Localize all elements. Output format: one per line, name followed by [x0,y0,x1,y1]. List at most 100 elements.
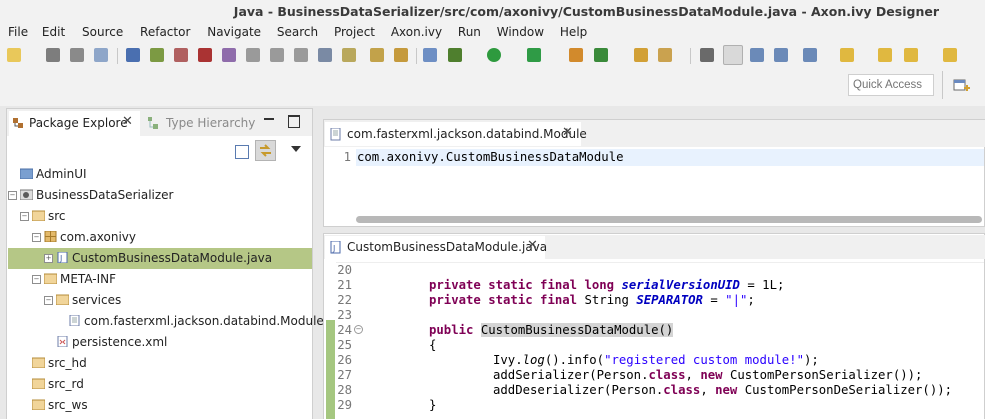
code-line-26[interactable]: Ivy.log().info("registered custom module… [493,353,819,368]
line-number: 21 [337,278,352,292]
save-all-icon[interactable] [70,48,84,62]
tab-module-file[interactable]: com.fasterxml.jackson.databind.Module ✕ [325,122,587,146]
line-number: 26 [337,353,352,367]
resume-icon[interactable] [150,48,164,62]
save-icon[interactable] [46,48,60,62]
file-icon [69,315,80,326]
menu-bar: File Edit Source Refactor Navigate Searc… [0,23,985,42]
print-icon[interactable] [94,48,108,62]
horizontal-scrollbar[interactable] [356,216,982,223]
code-line-21[interactable]: private static final long serialVersionU… [429,278,784,293]
xml-file-icon [57,336,68,347]
last-edit-icon[interactable] [878,48,892,62]
toggle-highlight-icon[interactable] [723,45,743,65]
expand-toggle-icon[interactable]: − [32,233,41,242]
line-number: 27 [337,368,352,382]
close-icon[interactable]: ✕ [122,114,133,129]
maximize-icon[interactable] [288,115,300,128]
menu-edit[interactable]: Edit [34,23,65,42]
java-file-icon: J [330,241,341,254]
open-type-icon[interactable] [634,48,648,62]
quick-access-input[interactable] [848,74,934,96]
line-number: 22 [337,293,352,307]
close-icon[interactable]: ✕ [527,238,538,253]
tab-package-explorer[interactable]: Package Explore ✕ [9,111,140,136]
line-number: 24 [337,323,352,337]
new-java-class-icon[interactable] [594,48,608,62]
drop-frame-icon[interactable] [318,48,332,62]
menu-search[interactable]: Search [269,23,318,42]
expand-toggle-icon[interactable]: − [44,296,53,305]
fold-toggle-icon[interactable]: − [354,325,363,334]
back-icon[interactable] [904,48,918,62]
ivy-engine-icon[interactable] [423,48,437,62]
tree-item-adminui[interactable]: AdminUI [20,164,87,185]
view-menu-icon[interactable] [291,146,301,152]
expand-toggle-icon[interactable]: − [32,275,41,284]
code-line-28[interactable]: addDeserializer(Person.class, new Custom… [493,383,984,398]
tree-item-com-axonivy[interactable]: com.axonivy [44,227,136,248]
tree-item-persistence-xml[interactable]: persistence.xml [56,332,167,353]
show-whitespace-icon[interactable] [774,48,788,62]
code-line-22[interactable]: private static final String SEPARATOR = … [429,293,755,308]
ivy-deploy-icon[interactable] [394,48,408,62]
tree-item-module-file[interactable]: com.fasterxml.jackson.databind.Module [68,311,324,332]
line-number: 25 [337,338,352,352]
expand-toggle-icon[interactable]: + [44,254,53,263]
coverage-icon[interactable] [527,48,541,62]
external-tools-icon[interactable] [569,48,583,62]
code-line-29[interactable]: } [429,398,436,413]
package-explorer-icon [13,118,23,128]
menu-source[interactable]: Source [74,23,123,42]
step-over-icon[interactable] [270,48,284,62]
tree-item-src-ws[interactable]: src_ws [32,395,88,416]
tab-package-explorer-label: Package Explore [29,116,128,130]
code-line-24[interactable]: public CustomBusinessDataModule() [429,323,674,338]
module-file-content[interactable]: com.axonivy.CustomBusinessDataModule [357,150,624,164]
tree-item-services[interactable]: services [56,290,121,311]
open-perspective-icon[interactable] [950,76,972,96]
annotation-next-icon[interactable] [803,48,817,62]
minimize-icon[interactable] [264,112,274,126]
menu-window[interactable]: Window [489,23,544,42]
use-step-filters-icon[interactable] [342,48,356,62]
tab-type-hierarchy-label: Type Hierarchy [166,116,256,130]
menu-axonivy[interactable]: Axon.ivy [383,23,442,42]
menu-navigate[interactable]: Navigate [199,23,261,42]
debug-skip-icon[interactable] [126,48,140,62]
tree-item-businessdataserializer[interactable]: BusinessDataSerializer [20,185,173,206]
ivy-build-icon[interactable] [370,48,384,62]
menu-project[interactable]: Project [326,23,375,42]
menu-refactor[interactable]: Refactor [132,23,190,42]
disconnect-icon[interactable] [222,48,236,62]
menu-file[interactable]: File [0,23,28,42]
step-into-icon[interactable] [246,48,260,62]
tab-java-file[interactable]: J CustomBusinessDataModule.java ✕ [325,236,547,259]
run-icon[interactable] [487,48,501,62]
toggle-mark-occurrences-icon[interactable] [700,48,714,62]
step-return-icon[interactable] [294,48,308,62]
close-icon[interactable]: ✕ [562,125,573,140]
menu-run[interactable]: Run [450,23,481,42]
search-icon[interactable] [658,48,672,62]
terminate-icon[interactable] [198,48,212,62]
tree-item-src-rd[interactable]: src_rd [32,374,84,395]
code-line-27[interactable]: addSerializer(Person.class, new CustomPe… [493,368,922,383]
tree-item-custombusinessdatamodule-java[interactable]: J CustomBusinessDataModule.java [56,248,272,269]
tree-item-meta-inf[interactable]: META-INF [44,269,116,290]
block-selection-icon[interactable] [750,48,764,62]
debug-icon[interactable] [448,48,462,62]
menu-help[interactable]: Help [552,23,587,42]
new-icon[interactable] [7,48,21,62]
tree-item-src[interactable]: src [32,206,66,227]
line-number: 29 [337,398,352,412]
link-with-editor-icon[interactable] [255,140,276,161]
suspend-icon[interactable] [174,48,188,62]
collapse-all-icon[interactable] [235,145,249,159]
tree-item-src-hd[interactable]: src_hd [32,353,87,374]
next-annotation-icon[interactable] [840,48,854,62]
forward-icon[interactable] [943,48,957,62]
expand-toggle-icon[interactable]: − [8,191,17,200]
expand-toggle-icon[interactable]: − [20,212,29,221]
code-line-25[interactable]: { [429,338,436,353]
